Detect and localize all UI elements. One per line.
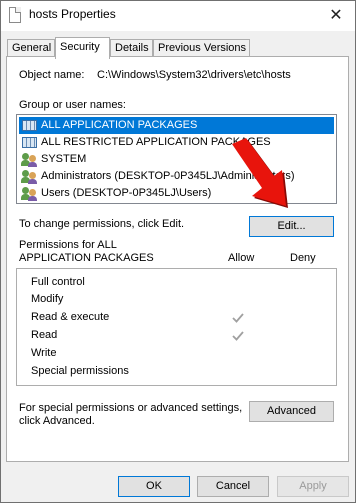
advanced-hint-continued: click Advanced. (19, 415, 95, 427)
advanced-hint: For special permissions or advanced sett… (19, 402, 243, 414)
permission-name: Read & execute (31, 311, 110, 323)
window-title: hosts Properties (29, 7, 116, 21)
permissions-list: Full control Modify Read & execute Read … (16, 268, 337, 386)
group-list-label: Group or user names: (19, 99, 126, 111)
apply-button[interactable]: Apply (277, 476, 349, 497)
tab-security[interactable]: Security (55, 37, 110, 59)
users-icon (21, 153, 38, 167)
permissions-for-label: Permissions for ALL (19, 239, 117, 251)
users-icon (21, 187, 38, 201)
permissions-for-principal: APPLICATION PACKAGES (19, 252, 154, 264)
allow-checkmark-icon (231, 311, 245, 325)
permission-name: Write (31, 347, 57, 359)
list-item[interactable]: ALL APPLICATION PACKAGES (19, 117, 334, 134)
package-icon (22, 137, 37, 148)
permission-name: Full control (31, 276, 85, 288)
deny-column-header: Deny (290, 252, 316, 264)
permission-name: Modify (31, 293, 64, 305)
users-icon (21, 170, 38, 184)
edit-button[interactable]: Edit... (249, 216, 334, 237)
allow-column-header: Allow (228, 252, 255, 264)
change-permissions-hint: To change permissions, click Edit. (19, 218, 185, 230)
list-item-label: Users (DESKTOP-0P345LJ\Users) (41, 187, 212, 199)
allow-checkmark-icon (231, 329, 245, 343)
permission-name: Read (31, 329, 58, 341)
permission-name: Special permissions (31, 365, 129, 377)
cancel-button[interactable]: Cancel (197, 476, 269, 497)
red-arrow-annotation (232, 138, 288, 208)
ok-button[interactable]: OK (118, 476, 190, 497)
advanced-button[interactable]: Advanced (249, 401, 334, 422)
package-icon (22, 120, 37, 131)
object-name-label: Object name: (19, 69, 85, 81)
close-button[interactable]: ✕ (325, 5, 347, 27)
file-icon (9, 7, 21, 23)
title-bar: hosts Properties ✕ (1, 1, 355, 31)
list-item-label: ALL APPLICATION PACKAGES (41, 119, 198, 131)
object-name-value: C:\Windows\System32\drivers\etc\hosts (97, 69, 291, 81)
list-item-label: SYSTEM (41, 153, 87, 165)
